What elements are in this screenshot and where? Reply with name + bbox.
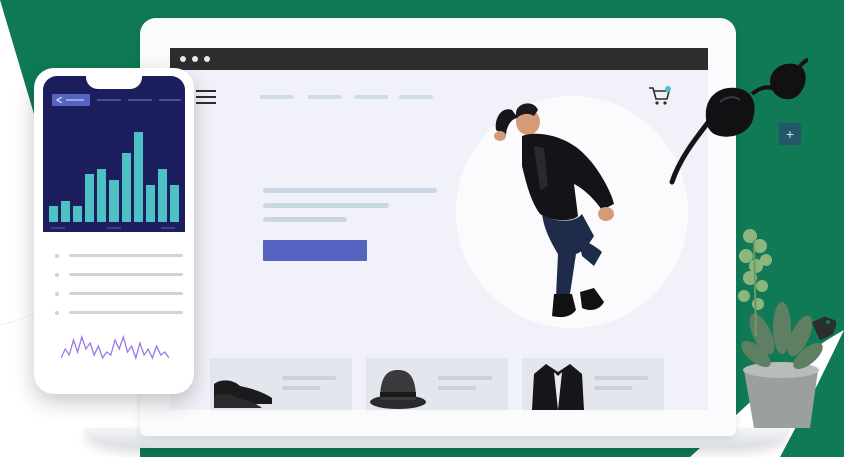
chart-bar (145, 184, 155, 222)
window-dot[interactable] (204, 56, 210, 62)
hero-text-line (263, 217, 347, 222)
browser-window (170, 48, 708, 410)
chart-bar (61, 200, 71, 222)
list-bullet (55, 254, 59, 258)
chart-axis-label (51, 227, 65, 229)
product-mockup-scene: + (0, 0, 844, 457)
list-bullet (55, 292, 59, 296)
phone-sparkline (61, 334, 169, 361)
window-dot[interactable] (192, 56, 198, 62)
list-item[interactable] (55, 273, 185, 277)
sparkline-path (61, 334, 169, 361)
nav-link[interactable] (260, 95, 294, 99)
hero-heading-line (263, 188, 437, 193)
list-item-text-line (69, 311, 183, 314)
list-item-text-line (69, 273, 183, 276)
product-card[interactable] (522, 358, 664, 410)
chart-bar (157, 169, 167, 222)
price-tag-icon (811, 316, 836, 341)
list-item-text-line (69, 254, 183, 257)
list-bullet (55, 311, 59, 315)
back-arrow-icon (56, 97, 63, 103)
chart-axis-label (107, 227, 121, 229)
jacket-icon (532, 364, 584, 410)
chart-bar (73, 206, 83, 222)
tab-line[interactable] (159, 99, 181, 101)
product-price-line (438, 386, 476, 390)
hero-text-line (263, 203, 389, 208)
product-title-line (438, 376, 492, 380)
phone-notch (86, 76, 142, 89)
chart-bar (121, 153, 131, 222)
nav-link[interactable] (308, 95, 342, 99)
chart-bar (85, 174, 95, 222)
chart-axis-label (161, 227, 175, 229)
list-item[interactable] (55, 254, 185, 258)
product-title-line (594, 376, 648, 380)
shoes-icon (214, 380, 272, 408)
product-title-line (282, 376, 336, 380)
jumping-man-image (494, 103, 614, 318)
product-price-line (594, 386, 632, 390)
product-price-line (282, 386, 320, 390)
hero-cta-button[interactable] (263, 240, 367, 261)
list-item[interactable] (55, 292, 185, 296)
chart-bar (109, 179, 119, 222)
phone-device (34, 68, 194, 394)
tab-line[interactable] (97, 99, 121, 101)
chart-bar (97, 169, 107, 222)
nav-link[interactable] (399, 95, 433, 99)
chart-bar (49, 206, 59, 222)
phone-dashboard-header (43, 76, 185, 232)
nav-link[interactable] (354, 95, 388, 99)
product-card[interactable] (366, 358, 508, 410)
back-button[interactable] (52, 94, 90, 106)
phone-screen (43, 76, 185, 386)
chart-bar (169, 184, 179, 222)
phone-bar-chart (49, 120, 179, 222)
hamburger-menu-icon[interactable] (196, 90, 218, 104)
back-label-line (66, 99, 84, 101)
list-item[interactable] (55, 311, 185, 315)
list-bullet (55, 273, 59, 277)
hat-icon (370, 370, 426, 409)
window-dot[interactable] (180, 56, 186, 62)
product-card[interactable] (210, 358, 352, 410)
list-item-text-line (69, 292, 183, 295)
plus-button[interactable]: + (779, 123, 801, 145)
plus-icon: + (785, 126, 795, 142)
tab-line[interactable] (128, 99, 152, 101)
browser-title-bar (170, 48, 708, 70)
chart-bar (133, 132, 143, 222)
